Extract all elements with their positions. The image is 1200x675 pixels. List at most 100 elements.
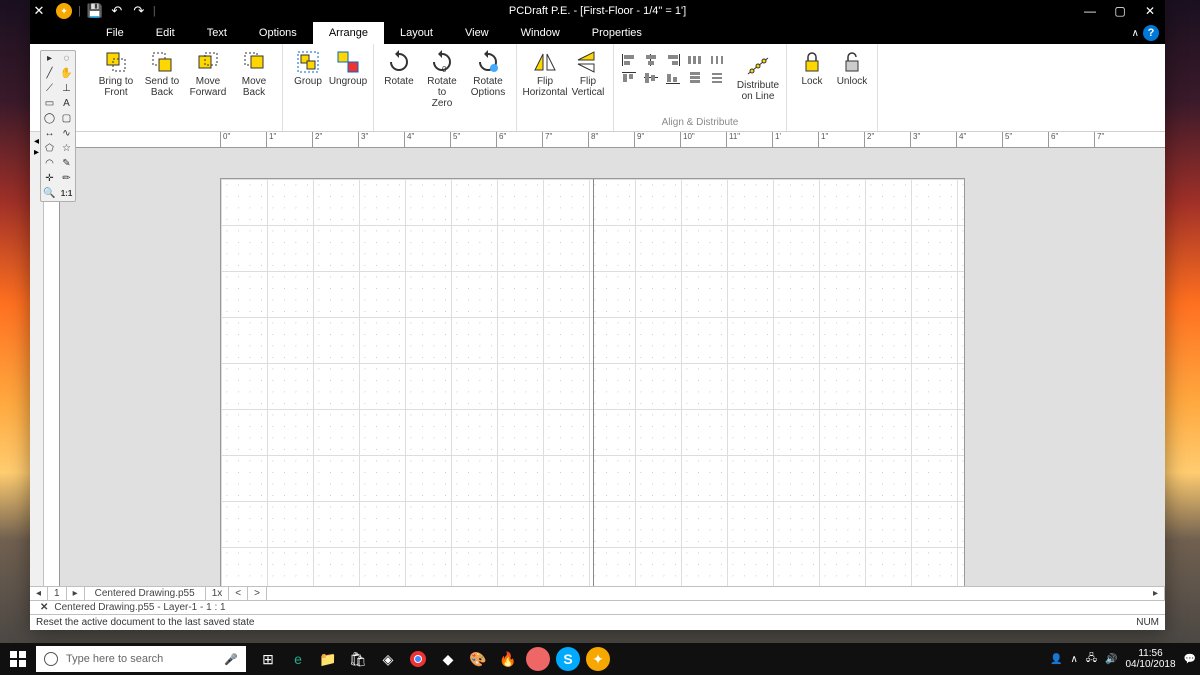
chrome-icon[interactable] xyxy=(406,647,430,671)
menu-view[interactable]: View xyxy=(449,22,505,44)
pcdraft-taskbar-icon[interactable]: ✦ xyxy=(586,647,610,671)
bezier-tool-icon[interactable]: ∿ xyxy=(58,126,75,141)
menu-arrange[interactable]: Arrange xyxy=(313,22,384,44)
text-tool-icon[interactable]: A xyxy=(58,96,75,111)
bring-to-front-button[interactable]: Bring to Front xyxy=(94,48,138,100)
network-icon[interactable]: 🖧 xyxy=(1086,651,1097,668)
align-right-icon[interactable] xyxy=(664,52,682,68)
status-message: Reset the active document to the last sa… xyxy=(36,617,254,628)
scroll-right-button[interactable]: ▸ xyxy=(1147,587,1165,600)
zoom-tab[interactable]: 1x xyxy=(206,587,230,600)
layer-close-button[interactable]: ✕ xyxy=(40,602,48,613)
redo-icon[interactable]: ↷ xyxy=(131,3,147,19)
flip-vertical-button[interactable]: Flip Vertical xyxy=(569,48,607,100)
move-forward-button[interactable]: Move Forward xyxy=(186,48,230,100)
line-tool-icon[interactable]: ╱ xyxy=(41,66,58,81)
lock-button[interactable]: Lock xyxy=(793,48,831,89)
page-number[interactable]: 1 xyxy=(48,587,67,600)
page-next-button[interactable]: ▸ xyxy=(67,587,85,600)
move-back-button[interactable]: Move Back xyxy=(232,48,276,100)
align-bottom-icon[interactable] xyxy=(664,70,682,86)
edge-icon[interactable]: e xyxy=(286,647,310,671)
paint-icon[interactable]: 🎨 xyxy=(466,647,490,671)
app3-icon[interactable]: 🔥 xyxy=(496,647,520,671)
start-button[interactable] xyxy=(0,643,36,675)
document-tab[interactable]: Centered Drawing.p55 xyxy=(85,587,206,600)
align-left-icon[interactable] xyxy=(620,52,638,68)
perp-line-icon[interactable]: ⊥ xyxy=(58,81,75,96)
search-placeholder: Type here to search xyxy=(66,653,216,665)
action-center-icon[interactable]: 💬 xyxy=(1184,654,1196,665)
tool-palette[interactable]: ▸ ◌ ╱ ✋ ⟋ ⊥ ▭ A ◯ ▢ ↔ ∿ ⬠ ☆ ◠ ✎ ✛ ✏ 🔍 1:… xyxy=(40,50,76,202)
lasso-tool-icon[interactable]: ◌ xyxy=(58,51,75,66)
rounded-rect-icon[interactable]: ▢ xyxy=(58,111,75,126)
close-button[interactable]: ✕ xyxy=(1135,0,1165,22)
menu-window[interactable]: Window xyxy=(505,22,576,44)
tab-nav-prev[interactable]: < xyxy=(229,587,248,600)
doc-close-button[interactable]: ✕ xyxy=(30,3,48,19)
align-center-h-icon[interactable] xyxy=(642,52,660,68)
menu-options[interactable]: Options xyxy=(243,22,313,44)
ungroup-button[interactable]: Ungroup xyxy=(329,48,367,89)
pointer-tool-icon[interactable]: ▸ xyxy=(41,51,58,66)
unlock-button[interactable]: Unlock xyxy=(833,48,871,89)
app4-icon[interactable] xyxy=(526,647,550,671)
rect-tool-icon[interactable]: ▭ xyxy=(41,96,58,111)
group-button[interactable]: Group xyxy=(289,48,327,89)
menu-text[interactable]: Text xyxy=(191,22,243,44)
star-tool-icon[interactable]: ☆ xyxy=(58,141,75,156)
undo-icon[interactable]: ↶ xyxy=(109,3,125,19)
menu-edit[interactable]: Edit xyxy=(140,22,191,44)
ratio-tool-icon[interactable]: 1:1 xyxy=(58,186,75,201)
drawing-page[interactable] xyxy=(220,178,965,586)
tab-nav-next[interactable]: > xyxy=(248,587,267,600)
skype-icon[interactable]: S xyxy=(556,647,580,671)
people-icon[interactable]: 👤 xyxy=(1050,654,1062,665)
maximize-button[interactable]: ▢ xyxy=(1105,0,1135,22)
arc-tool-icon[interactable]: ◠ xyxy=(41,156,58,171)
eyedropper-icon[interactable]: ✎ xyxy=(58,156,75,171)
rotate-button[interactable]: Rotate xyxy=(380,48,418,89)
ellipse-tool-icon[interactable]: ◯ xyxy=(41,111,58,126)
menu-layout[interactable]: Layout xyxy=(384,22,449,44)
save-icon[interactable]: 💾 xyxy=(87,3,103,19)
search-input[interactable]: Type here to search 🎤 xyxy=(36,646,246,672)
marker-icon[interactable]: ✏ xyxy=(58,171,75,186)
tray-chevron-icon[interactable]: ∧ xyxy=(1071,654,1078,665)
minimize-button[interactable]: — xyxy=(1075,0,1105,22)
distribute-h2-icon[interactable] xyxy=(708,52,726,68)
distribute-v-icon[interactable] xyxy=(686,70,704,86)
distribute-v2-icon[interactable] xyxy=(708,70,726,86)
page-prev-button[interactable]: ◂ xyxy=(30,587,48,600)
distribute-on-line-button[interactable]: Distribute on Line xyxy=(736,52,780,104)
rotate-options-button[interactable]: Rotate Options xyxy=(466,48,510,100)
volume-icon[interactable]: 🔊 xyxy=(1105,654,1117,665)
align-center-v-icon[interactable] xyxy=(642,70,660,86)
flip-horizontal-button[interactable]: Flip Horizontal xyxy=(523,48,567,100)
clock[interactable]: 11:56 04/10/2018 xyxy=(1125,648,1175,670)
store-icon[interactable]: 🛍 xyxy=(346,647,370,671)
help-icon[interactable]: ? xyxy=(1143,25,1159,41)
ribbon-group-rotate: Rotate 0Rotate to Zero Rotate Options xyxy=(374,44,517,131)
task-view-icon[interactable]: ⊞ xyxy=(256,647,280,671)
distribute-h-icon[interactable] xyxy=(686,52,704,68)
align-top-icon[interactable] xyxy=(620,70,638,86)
constrained-line-icon[interactable]: ⟋ xyxy=(41,81,58,96)
send-to-back-button[interactable]: Send to Back xyxy=(140,48,184,100)
app1-icon[interactable]: ◈ xyxy=(376,647,400,671)
dimension-tool-icon[interactable]: ↔ xyxy=(41,126,58,141)
menu-file[interactable]: File xyxy=(90,22,140,44)
file-explorer-icon[interactable]: 📁 xyxy=(316,647,340,671)
polygon-tool-icon[interactable]: ⬠ xyxy=(41,141,58,156)
crosshair-icon[interactable]: ✛ xyxy=(41,171,58,186)
canvas[interactable] xyxy=(60,148,1165,586)
app2-icon[interactable]: ◆ xyxy=(436,647,460,671)
menu-properties[interactable]: Properties xyxy=(576,22,658,44)
zoom-tool-icon[interactable]: 🔍 xyxy=(41,186,58,201)
layer-info[interactable]: Centered Drawing.p55 - Layer-1 - 1 : 1 xyxy=(54,602,225,613)
mic-icon[interactable]: 🎤 xyxy=(224,653,238,666)
hand-tool-icon[interactable]: ✋ xyxy=(58,66,75,81)
collapse-ribbon-icon[interactable]: ∧ xyxy=(1132,28,1139,39)
rotate-to-zero-button[interactable]: 0Rotate to Zero xyxy=(420,48,464,111)
page-tabs: ◂ 1 ▸ Centered Drawing.p55 1x < > ▸ xyxy=(30,586,1165,600)
